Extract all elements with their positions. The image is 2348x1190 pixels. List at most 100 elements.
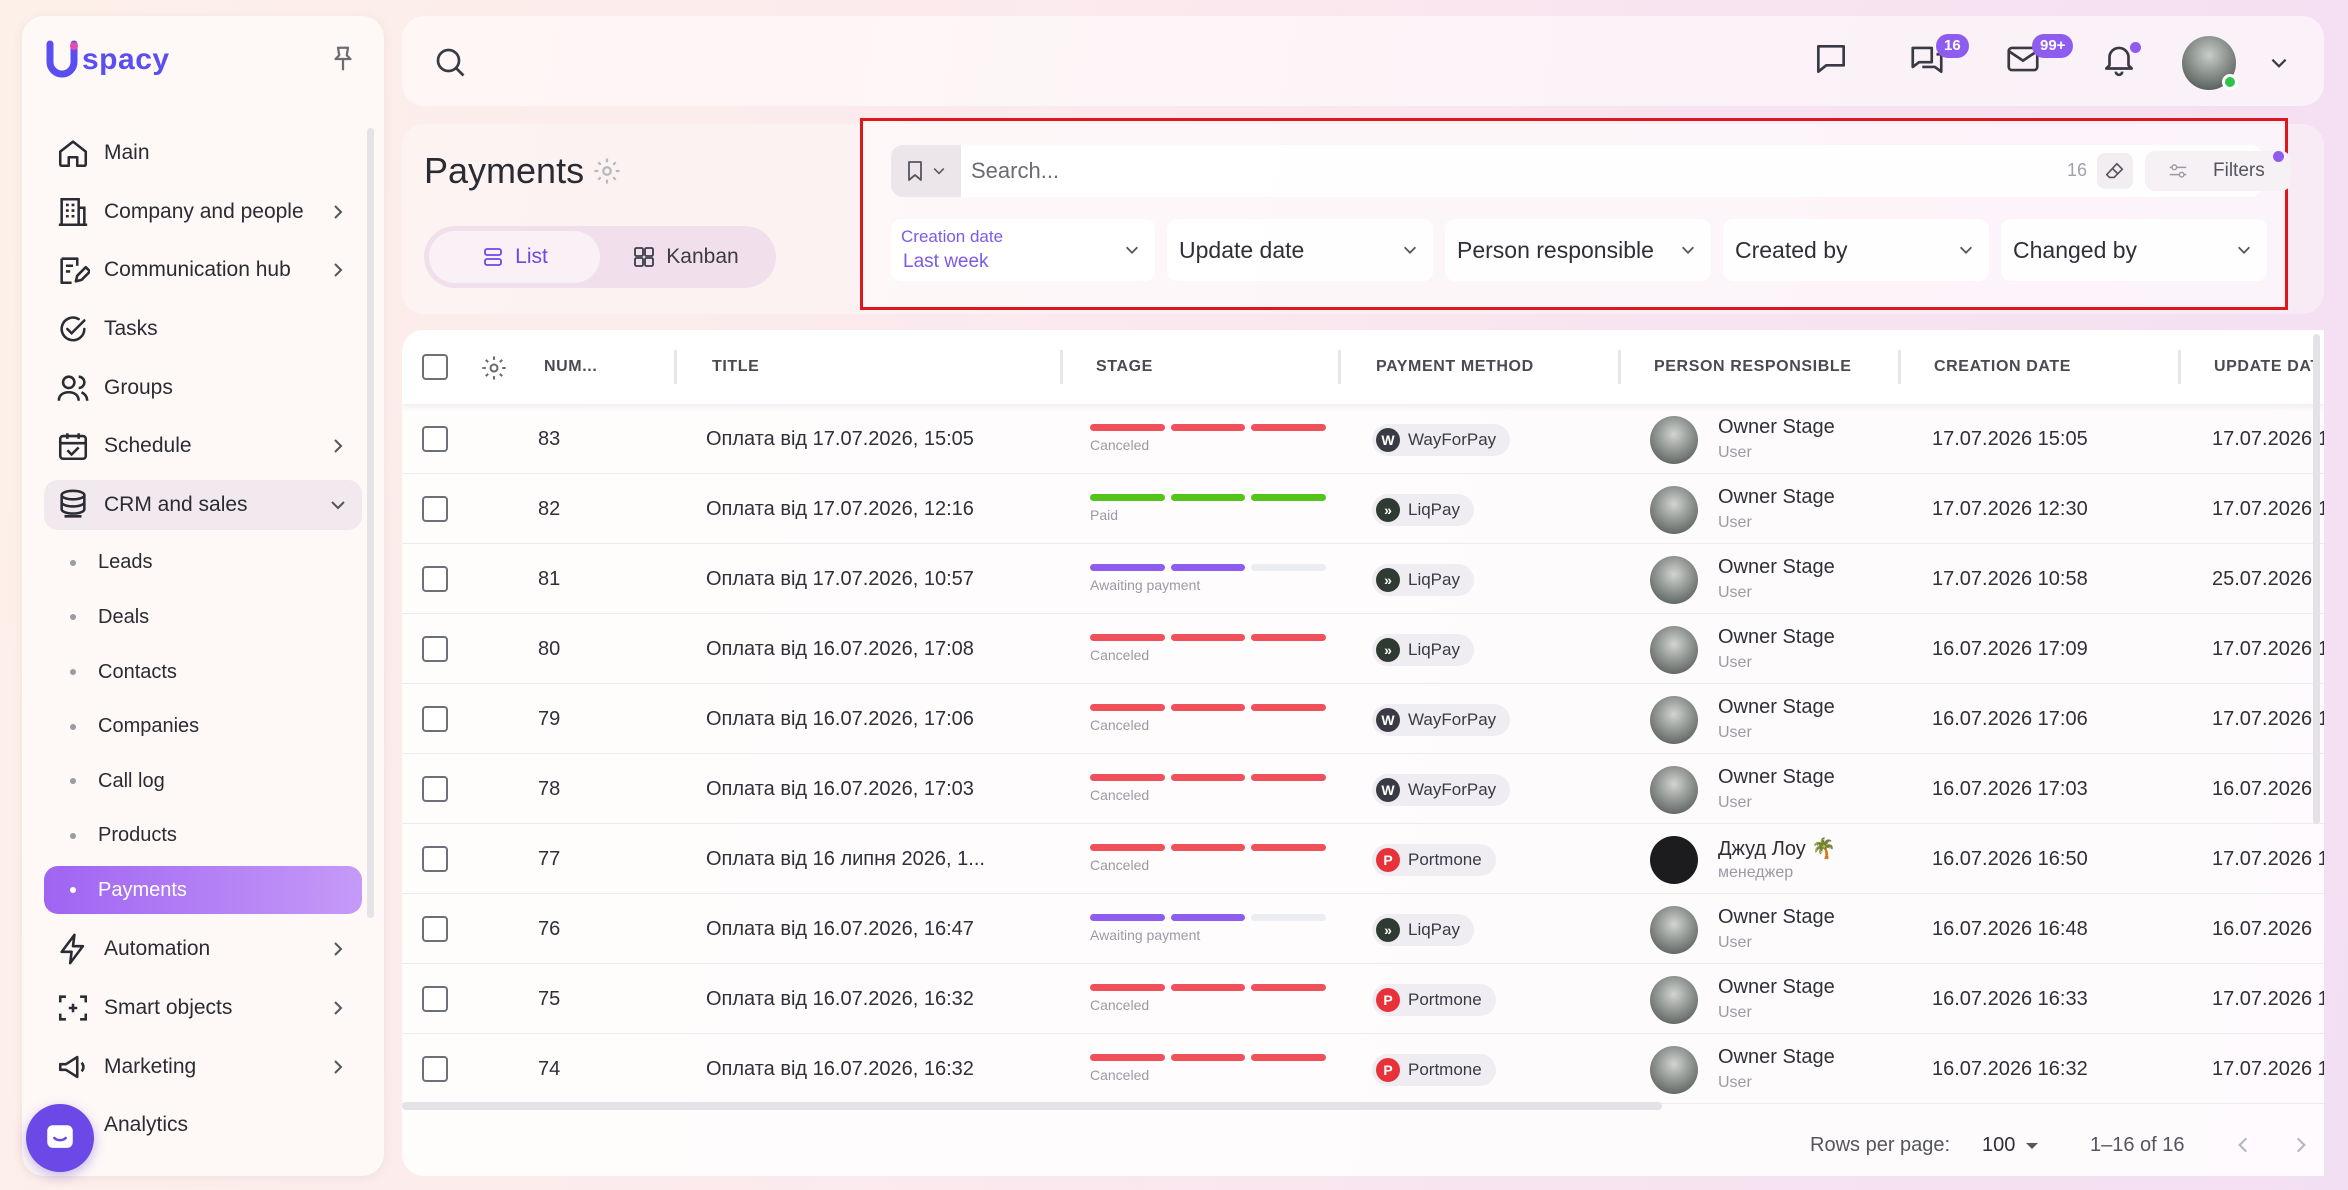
changed-by-filter[interactable]: Changed by xyxy=(2001,219,2267,281)
support-chat-button[interactable] xyxy=(26,1104,94,1172)
sidebar-item-automation[interactable]: Automation xyxy=(44,924,362,974)
sidebar-subitem-deals[interactable]: Deals xyxy=(44,593,362,641)
row-title[interactable]: Оплата від 16.07.2026, 16:32 xyxy=(706,988,974,1011)
person-avatar[interactable] xyxy=(1650,976,1698,1024)
gear-icon[interactable] xyxy=(480,354,508,382)
sidebar-subitem-companies[interactable]: Companies xyxy=(44,703,362,751)
stage-progress[interactable] xyxy=(1090,1054,1327,1062)
column-update-date[interactable]: UPDATE DAT xyxy=(2214,358,2321,376)
row-checkbox[interactable] xyxy=(422,846,448,872)
sidebar-subitem-products[interactable]: Products xyxy=(44,812,362,860)
list-view-button[interactable]: List xyxy=(429,231,600,283)
stage-progress[interactable] xyxy=(1090,704,1327,712)
sidebar-item-tasks[interactable]: Tasks xyxy=(44,304,362,354)
sidebar-item-company-and-people[interactable]: Company and people xyxy=(44,187,362,237)
sidebar-subitem-contacts[interactable]: Contacts xyxy=(44,648,362,696)
column-resizer[interactable] xyxy=(2178,350,2181,384)
sidebar-item-main[interactable]: Main xyxy=(44,128,362,178)
column-stage[interactable]: STAGE xyxy=(1096,358,1153,376)
sidebar-item-communication-hub[interactable]: Communication hub xyxy=(44,245,362,295)
sidebar-item-schedule[interactable]: Schedule xyxy=(44,421,362,471)
row-title[interactable]: Оплата від 17.07.2026, 12:16 xyxy=(706,498,974,521)
table-row[interactable]: 77 Оплата від 16 липня 2026, 1... Canceled… xyxy=(402,824,2324,894)
row-number[interactable]: 77 xyxy=(538,848,560,871)
table-row[interactable]: 78 Оплата від 16.07.2026, 17:03 Canceled W W… xyxy=(402,754,2324,824)
row-title[interactable]: Оплата від 16.07.2026, 17:06 xyxy=(706,708,974,731)
chevron-right-icon[interactable] xyxy=(2290,1134,2312,1156)
column-resizer[interactable] xyxy=(674,350,677,384)
row-title[interactable]: Оплата від 17.07.2026, 15:05 xyxy=(706,428,974,451)
row-number[interactable]: 74 xyxy=(538,1058,560,1081)
person-avatar[interactable] xyxy=(1650,626,1698,674)
row-checkbox[interactable] xyxy=(422,426,448,452)
row-title[interactable]: Оплата від 17.07.2026, 10:57 xyxy=(706,568,974,591)
sidebar-item-marketing[interactable]: Marketing xyxy=(44,1042,362,1092)
pin-icon[interactable] xyxy=(328,44,358,74)
stage-progress[interactable] xyxy=(1090,494,1327,502)
column-resizer[interactable] xyxy=(1060,350,1063,384)
person-avatar[interactable] xyxy=(1650,1046,1698,1094)
row-number[interactable]: 79 xyxy=(538,708,560,731)
stage-progress[interactable] xyxy=(1090,844,1327,852)
person-name[interactable]: Owner Stage xyxy=(1718,626,1835,649)
sidebar-subitem-call-log[interactable]: Call log xyxy=(44,757,362,805)
stage-progress[interactable] xyxy=(1090,984,1327,992)
row-checkbox[interactable] xyxy=(422,776,448,802)
sidebar-scrollbar[interactable] xyxy=(367,128,374,918)
sidebar-subitem-leads[interactable]: Leads xyxy=(44,539,362,587)
person-name[interactable]: Owner Stage xyxy=(1718,976,1835,999)
row-title[interactable]: Оплата від 16.07.2026, 16:32 xyxy=(706,1058,974,1081)
row-number[interactable]: 81 xyxy=(538,568,560,591)
creation-date-filter[interactable]: Creation date Last week xyxy=(891,219,1155,281)
table-row[interactable]: 80 Оплата від 16.07.2026, 17:08 Canceled » L… xyxy=(402,614,2324,684)
logo[interactable]: spacy xyxy=(44,40,170,80)
row-number[interactable]: 76 xyxy=(538,918,560,941)
chevron-down-icon[interactable] xyxy=(2268,52,2290,74)
person-name[interactable]: Джуд Лоу 🌴 xyxy=(1718,836,1836,861)
stage-progress[interactable] xyxy=(1090,914,1327,922)
column-title[interactable]: TITLE xyxy=(712,358,759,376)
row-checkbox[interactable] xyxy=(422,496,448,522)
row-checkbox[interactable] xyxy=(422,636,448,662)
chevron-left-icon[interactable] xyxy=(2232,1134,2254,1156)
column-person-responsible[interactable]: PERSON RESPONSIBLE xyxy=(1654,358,1852,376)
row-title[interactable]: Оплата від 16.07.2026, 16:47 xyxy=(706,918,974,941)
stage-progress[interactable] xyxy=(1090,424,1327,432)
search-icon[interactable] xyxy=(432,44,468,80)
filters-button[interactable]: Filters xyxy=(2145,151,2291,191)
row-checkbox[interactable] xyxy=(422,706,448,732)
sidebar-item-smart-objects[interactable]: Smart objects xyxy=(44,983,362,1033)
table-row[interactable]: 75 Оплата від 16.07.2026, 16:32 Canceled P P… xyxy=(402,964,2324,1034)
table-row[interactable]: 83 Оплата від 17.07.2026, 15:05 Canceled W W… xyxy=(402,404,2324,474)
stage-progress[interactable] xyxy=(1090,564,1327,572)
update-date-filter[interactable]: Update date xyxy=(1167,219,1433,281)
kanban-view-button[interactable]: Kanban xyxy=(600,231,771,283)
stage-progress[interactable] xyxy=(1090,634,1327,642)
column-creation-date[interactable]: CREATION DATE xyxy=(1934,358,2071,376)
row-checkbox[interactable] xyxy=(422,566,448,592)
table-row[interactable]: 79 Оплата від 16.07.2026, 17:06 Canceled W W… xyxy=(402,684,2324,754)
select-all-checkbox[interactable] xyxy=(422,354,448,380)
search-input[interactable] xyxy=(971,153,1971,189)
table-row[interactable]: 74 Оплата від 16.07.2026, 16:32 Canceled P P… xyxy=(402,1034,2324,1104)
person-name[interactable]: Owner Stage xyxy=(1718,766,1835,789)
person-name[interactable]: Owner Stage xyxy=(1718,906,1835,929)
column-number[interactable]: NUM... xyxy=(544,358,597,376)
person-avatar[interactable] xyxy=(1650,766,1698,814)
person-name[interactable]: Owner Stage xyxy=(1718,1046,1835,1069)
person-name[interactable]: Owner Stage xyxy=(1718,416,1835,439)
row-checkbox[interactable] xyxy=(422,986,448,1012)
person-avatar[interactable] xyxy=(1650,696,1698,744)
table-row[interactable]: 82 Оплата від 17.07.2026, 12:16 Paid » LiqPa… xyxy=(402,474,2324,544)
person-name[interactable]: Owner Stage xyxy=(1718,696,1835,719)
table-horizontal-scrollbar[interactable] xyxy=(402,1102,1662,1110)
row-number[interactable]: 75 xyxy=(538,988,560,1011)
column-resizer[interactable] xyxy=(1898,350,1901,384)
sidebar-item-groups[interactable]: Groups xyxy=(44,363,362,413)
sidebar-item-crm-and-sales[interactable]: CRM and sales xyxy=(44,480,362,531)
person-avatar[interactable] xyxy=(1650,836,1698,884)
row-checkbox[interactable] xyxy=(422,916,448,942)
column-resizer[interactable] xyxy=(1338,350,1341,384)
row-checkbox[interactable] xyxy=(422,1056,448,1082)
clear-filters-button[interactable] xyxy=(2097,153,2133,189)
